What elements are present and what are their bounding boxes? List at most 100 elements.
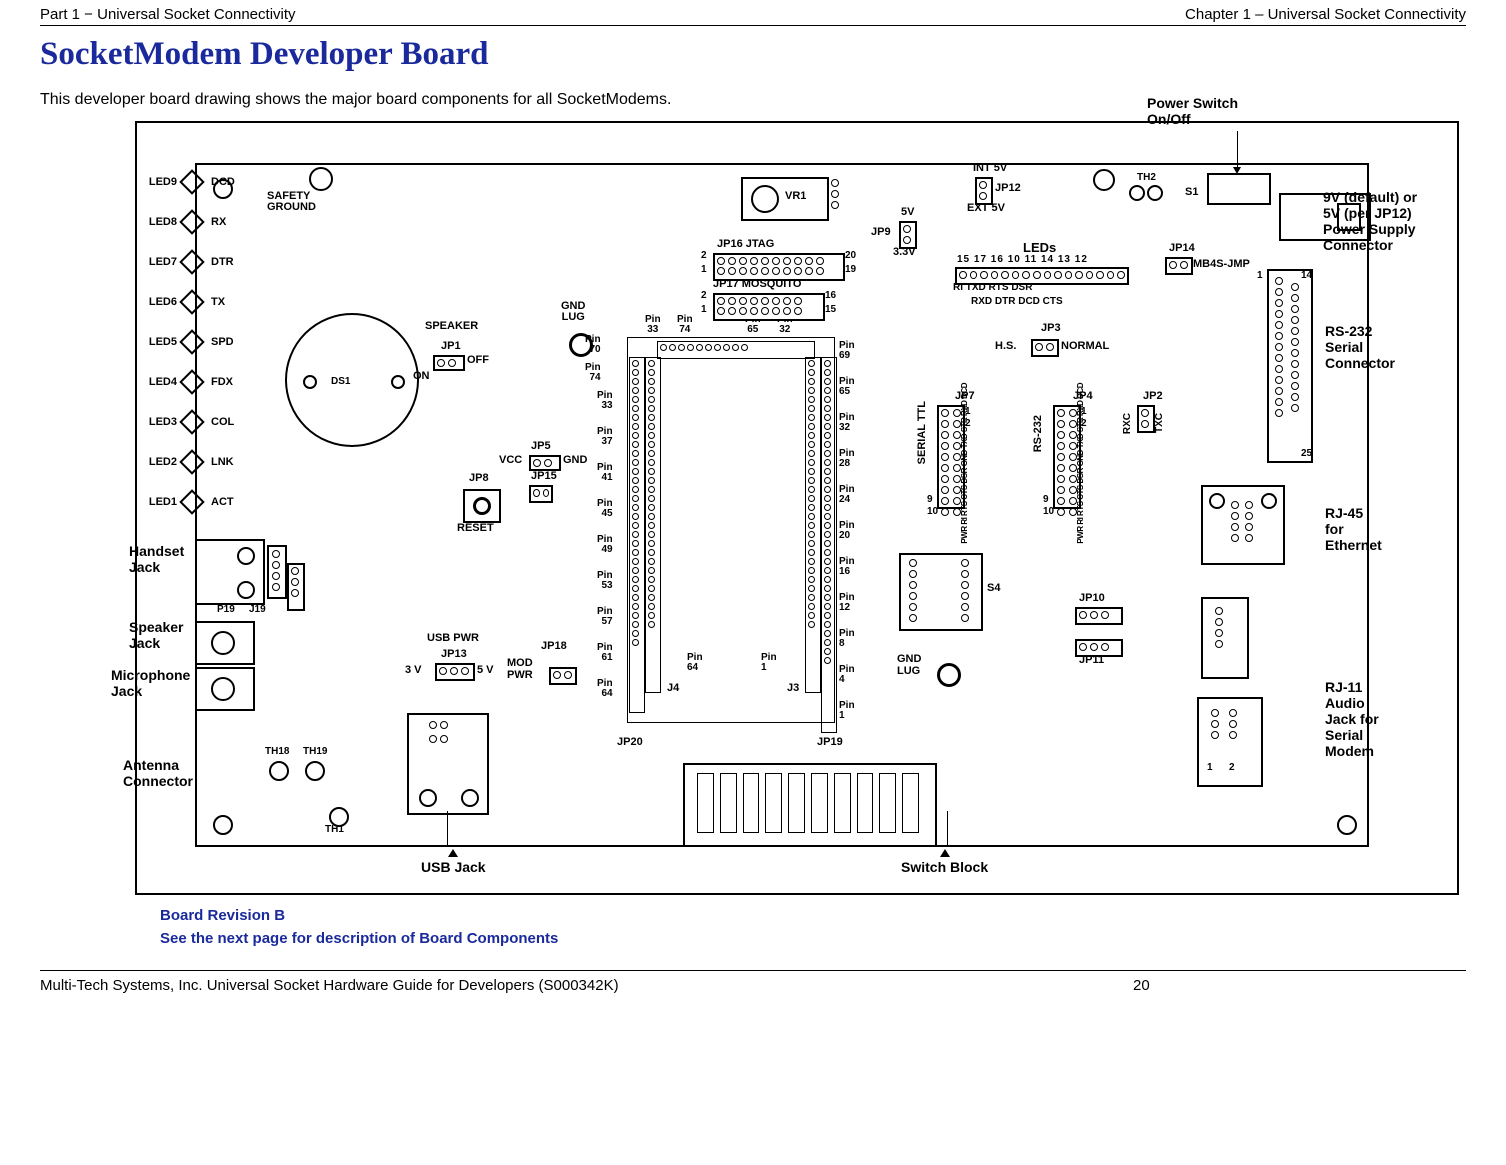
jp15-label: JP15 [531,471,557,482]
rs14: 14 [1301,271,1312,281]
led-name: LED6 [127,297,177,308]
txc: TXC [1155,413,1165,433]
led-sig: COL [211,417,234,428]
jp1-label: JP1 [441,341,461,352]
normal-label: NORMAL [1061,341,1109,352]
pin-label: Pin 1 [839,701,855,721]
usb-callout: USB Jack [421,849,486,875]
pin-label: Pin 4 [839,665,855,685]
board-diagram: LED9DCDLED8RXLED7DTRLED6TXLED5SPDLED4FDX… [135,121,1459,895]
n2b: 2 [701,291,707,301]
speaker-label: SPEAKER [425,321,478,332]
pin-label: Pin 69 [839,341,855,361]
jp8-label: JP8 [469,473,489,484]
rs232v: RS-232 [1033,415,1044,452]
pin-label: Pin 16 [839,557,855,577]
jp20-label: JP20 [617,737,643,748]
jp17-label: JP17 MOSQUITO [713,279,801,290]
pin-label: Pin 61 [597,643,613,663]
mic-callout: Microphone Jack [111,667,190,699]
pin-label: Pin 33 [645,315,661,335]
led-sigs-l: RI TXD RTS DSR [953,283,1032,293]
serial-ttl: SERIAL TTL [917,401,928,464]
caption-rev: Board Revision B [160,905,1466,928]
th19-label: TH19 [303,747,327,757]
v5a: 5V [901,207,914,218]
pin-label: Pin 49 [597,535,613,555]
j3-label: J3 [787,683,799,694]
reset-label: RESET [457,523,494,534]
rj2: 2 [1229,763,1235,773]
jp19-label: JP19 [817,737,843,748]
pin-label: Pin 70 [585,335,601,355]
pin-label: Pin 24 [839,485,855,505]
led-name: LED1 [127,497,177,508]
led-icon [179,369,204,394]
pin-label: Pin 74 [677,315,693,335]
led-sig: LNK [211,457,234,468]
pin-label: Pin 8 [839,629,855,649]
led-sig: DTR [211,257,234,268]
page-title: SocketModem Developer Board [40,36,1466,73]
led-icon [179,409,204,434]
switch-block-callout: Switch Block [901,849,988,875]
pin-label: Pin 64 [597,679,613,699]
pin64b: Pin 64 [687,653,703,673]
pin-label: Pin 65 [839,377,855,397]
pin-label: Pin 37 [597,427,613,447]
pin-label: Pin 12 [839,593,855,613]
led-sig: ACT [211,497,234,508]
int5v: INT 5V [973,163,1007,174]
n9a: 9 [927,495,933,505]
strip-sigs1: PWR RI RTS CTS DSR GND TXD STR RXD DCD [961,383,969,544]
n2a: 2 [701,251,707,261]
pin-label: Pin 20 [839,521,855,541]
footer-text: Multi-Tech Systems, Inc. Universal Socke… [40,977,619,994]
pin-label: Pin 57 [597,607,613,627]
rs25: 25 [1301,449,1312,459]
led-name: LED9 [127,177,177,188]
th1-label: TH1 [325,825,344,835]
led-name: LED8 [127,217,177,228]
footer-page: 20 [1133,977,1150,994]
pin-label: Pin 45 [597,499,613,519]
led-icon [179,449,204,474]
led-icon [179,489,204,514]
rj11-callout: RJ-11 Audio Jack for Serial Modem [1325,679,1379,759]
header-right: Chapter 1 – Universal Socket Connectivit… [1185,6,1466,23]
led-sig: DCD [211,177,235,188]
v33: 3.3V [893,247,916,258]
hs-label: H.S. [995,341,1016,352]
pin-label: Pin 32 [839,413,855,433]
pin1b: Pin 1 [761,653,777,673]
led-icon [179,169,204,194]
intro-text: This developer board drawing shows the m… [40,91,1466,109]
antenna-callout: Antenna Connector [123,757,193,789]
led-sig: RX [211,217,226,228]
vr1-label: VR1 [785,191,806,202]
led-sig: TX [211,297,225,308]
safety-ground-label: SAFETY GROUND [267,191,316,213]
mod-pwr-label: MOD PWR [507,657,533,681]
gnd-label: GND [563,455,587,466]
n20a: 20 [845,251,856,261]
jp16-label: JP16 JTAG [717,239,774,250]
jp5-label: JP5 [531,441,551,452]
pin-label: Pin 74 [585,363,601,383]
mb4s-label: MB4S-JMP [1193,259,1250,270]
jp9-label: JP9 [871,227,891,238]
led-sig: SPD [211,337,234,348]
jp13-label: JP13 [441,649,467,660]
jp14-label: JP14 [1169,243,1195,254]
vcc-label: VCC [499,455,522,466]
s4-label: S4 [987,583,1000,594]
rs232-callout: RS-232 Serial Connector [1325,323,1395,371]
n16b: 16 [825,291,836,301]
ds1-label: DS1 [331,377,350,387]
led-sigs-r: RXD DTR DCD CTS [971,297,1063,307]
led-name: LED5 [127,337,177,348]
n10a: 10 [927,507,938,517]
th18-label: TH18 [265,747,289,757]
pin-label: Pin 53 [597,571,613,591]
p19-label: P19 [217,605,235,615]
